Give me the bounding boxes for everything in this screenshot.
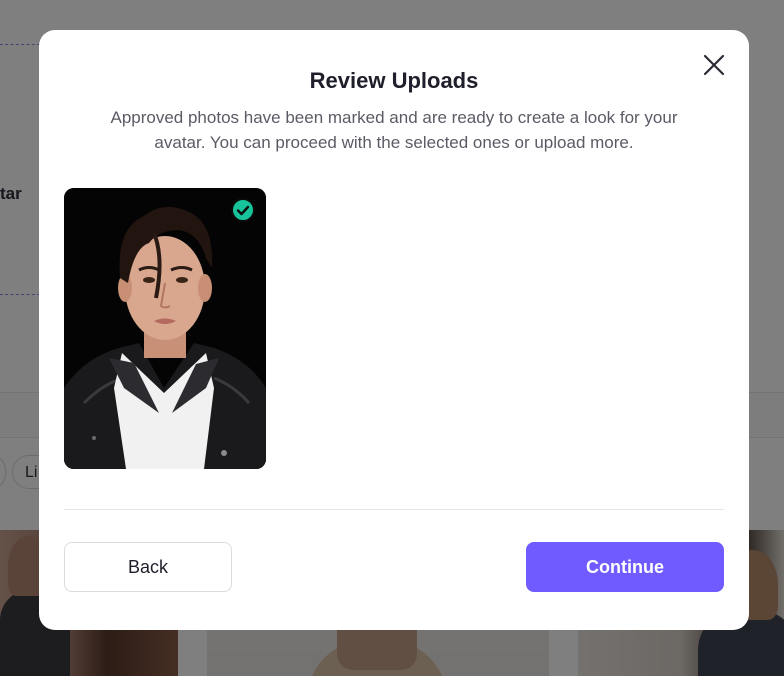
review-uploads-modal: Review Uploads Approved photos have been…: [39, 30, 749, 630]
continue-button[interactable]: Continue: [526, 542, 724, 592]
back-button[interactable]: Back: [64, 542, 232, 592]
uploaded-photo-card[interactable]: [64, 188, 266, 469]
footer-divider: [64, 509, 724, 510]
check-circle-icon: [236, 205, 250, 216]
approved-badge: [231, 198, 255, 222]
modal-description: Approved photos have been marked and are…: [110, 108, 678, 152]
modal-title: Review Uploads: [309, 68, 479, 93]
uploaded-photo: [64, 188, 266, 469]
